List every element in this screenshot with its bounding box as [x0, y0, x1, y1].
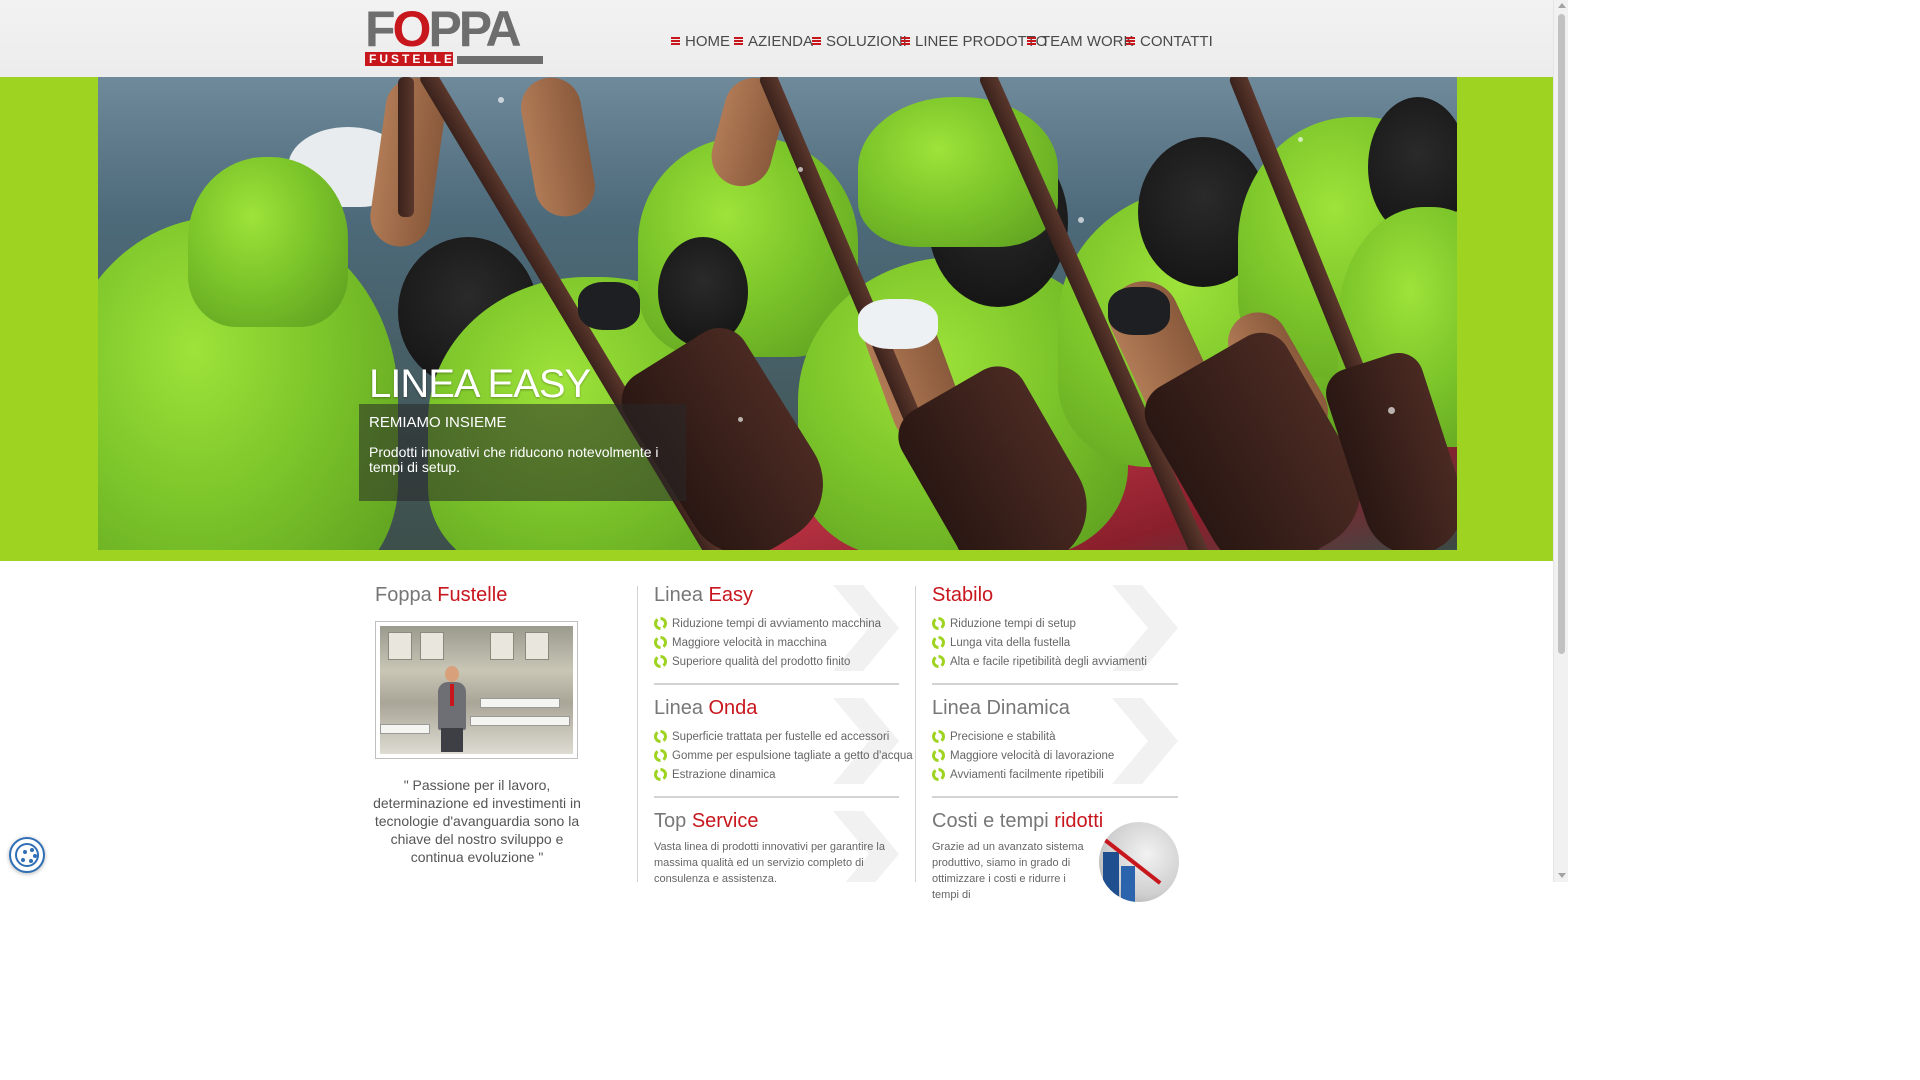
list-item: Maggiore velocità di lavorazione: [932, 746, 1114, 765]
green-cycle-icon: [654, 768, 667, 781]
product-title-stabilo[interactable]: Stabilo: [932, 584, 993, 607]
chevron-right-icon: [1112, 698, 1178, 784]
column-divider: [915, 586, 916, 882]
about-title: Foppa Fustelle: [375, 584, 507, 607]
nav-label: SOLUZIONI: [826, 32, 907, 50]
hero-slider[interactable]: [98, 77, 1457, 550]
green-cycle-icon: [932, 636, 945, 649]
scroll-up-arrow-icon[interactable]: [1558, 3, 1566, 8]
product-title-top-service[interactable]: Top Service: [654, 810, 759, 833]
linea-easy-features: Riduzione tempi di avviamento macchina M…: [654, 614, 881, 671]
green-cycle-icon: [654, 749, 667, 762]
row-divider: [932, 796, 1178, 798]
nav-item-linee-prodotto[interactable]: LINEE PRODOTTO: [901, 31, 1047, 51]
green-cycle-icon: [654, 655, 667, 668]
about-quote: " Passione per il lavoro, determinazione…: [373, 777, 581, 865]
list-item: Maggiore velocità in macchina: [654, 633, 881, 652]
water-spray: [798, 167, 803, 172]
linea-onda-features: Superficie trattata per fustelle ed acce…: [654, 727, 913, 784]
list-item: Riduzione tempi di setup: [932, 614, 1147, 633]
green-cycle-icon: [654, 730, 667, 743]
costi-text: Grazie ad un avanzato sistema produttivo…: [932, 841, 1084, 901]
nav-item-soluzioni[interactable]: SOLUZIONI: [812, 31, 907, 51]
row-divider: [932, 683, 1178, 685]
nav-item-home[interactable]: HOME: [671, 31, 730, 51]
hero-subtitle: REMIAMO INSIEME: [369, 414, 507, 431]
site-header: FOPPA FUSTELLE HOME AZIENDA SOLUZIONI LI…: [0, 0, 1553, 77]
product-title-linea-easy[interactable]: Linea Easy: [654, 584, 753, 607]
menu-lines-icon: [1126, 37, 1135, 45]
list-item: Riduzione tempi di avviamento macchina: [654, 614, 881, 633]
nav-label: TEAM WORK: [1041, 32, 1134, 50]
column-divider: [637, 586, 638, 882]
nav-label: AZIENDA: [748, 32, 814, 50]
top-service-text: Vasta linea di prodotti innovativi per g…: [654, 841, 885, 885]
green-cycle-icon: [654, 636, 667, 649]
foppa-logo[interactable]: FOPPA FUSTELLE: [365, 1, 545, 68]
water-spray: [1388, 407, 1395, 414]
rower-head: [658, 237, 748, 347]
list-item: Lunga vita della fustella: [932, 633, 1147, 652]
list-item: Superficie trattata per fustelle ed acce…: [654, 727, 913, 746]
row-divider: [654, 796, 899, 798]
menu-lines-icon: [812, 37, 821, 45]
green-cycle-icon: [654, 617, 667, 630]
nav-label: HOME: [685, 32, 730, 50]
green-cycle-icon: [932, 655, 945, 668]
linea-dinamica-features: Precisione e stabilità Maggiore velocità…: [932, 727, 1114, 784]
hero-text: Prodotti innovativi che riducono notevol…: [369, 444, 659, 475]
green-cycle-icon: [932, 730, 945, 743]
list-item: Avviamenti facilmente ripetibili: [932, 765, 1114, 784]
green-cycle-icon: [932, 749, 945, 762]
rower-glove: [578, 282, 640, 330]
water-spray: [1298, 137, 1303, 142]
hero-title: LINEA EASY: [369, 362, 591, 406]
menu-lines-icon: [901, 37, 910, 45]
product-title-costi-tempi[interactable]: Costi e tempi ridotti: [932, 810, 1103, 833]
rower-glove: [1108, 287, 1170, 335]
paddle: [398, 77, 414, 217]
nav-item-contatti[interactable]: CONTATTI: [1126, 31, 1213, 51]
list-item: Gomme per espulsione tagliate a getto d'…: [654, 746, 913, 765]
list-item: Precisione e stabilità: [932, 727, 1114, 746]
scroll-thumb[interactable]: [1558, 14, 1565, 654]
list-item: Estrazione dinamica: [654, 765, 913, 784]
stabilo-features: Riduzione tempi di setup Lunga vita dell…: [932, 614, 1147, 671]
logo-subtitle: FUSTELLE: [365, 52, 453, 66]
product-title-linea-onda[interactable]: Linea Onda: [654, 697, 757, 720]
green-cycle-icon: [932, 768, 945, 781]
nav-label: CONTATTI: [1140, 32, 1213, 50]
list-item: Alta e facile ripetibilità degli avviame…: [932, 652, 1147, 671]
menu-lines-icon: [734, 37, 743, 45]
about-title-accent: Fustelle: [437, 584, 508, 606]
nav-item-team-work[interactable]: TEAM WORK: [1027, 31, 1134, 51]
menu-lines-icon: [671, 37, 680, 45]
green-cycle-icon: [932, 617, 945, 630]
logo-wordmark: FOPPA: [365, 1, 522, 57]
nav-item-azienda[interactable]: AZIENDA: [734, 31, 813, 51]
about-title-plain: Foppa: [375, 584, 432, 606]
row-divider: [654, 683, 899, 685]
rower-glove: [858, 299, 938, 349]
hero-caption-box: REMIAMO INSIEME Prodotti innovativi che …: [359, 404, 686, 501]
logo-bar: [457, 56, 543, 64]
workshop-photo: [380, 626, 573, 754]
water-spray: [738, 417, 743, 422]
rower-shirt: [188, 157, 348, 327]
scroll-down-arrow-icon[interactable]: [1558, 873, 1566, 878]
product-title-linea-dinamica[interactable]: Linea Dinamica: [932, 697, 1070, 720]
list-item: Superiore qualità del prodotto finito: [654, 652, 881, 671]
founder-photo: [375, 621, 578, 759]
cost-chart-graphic: [1099, 822, 1179, 902]
water-spray: [498, 97, 504, 103]
water-spray: [1078, 217, 1084, 223]
menu-lines-icon: [1027, 37, 1036, 45]
cookie-settings-button[interactable]: [9, 837, 45, 873]
page-scrollbar[interactable]: [1553, 0, 1568, 882]
